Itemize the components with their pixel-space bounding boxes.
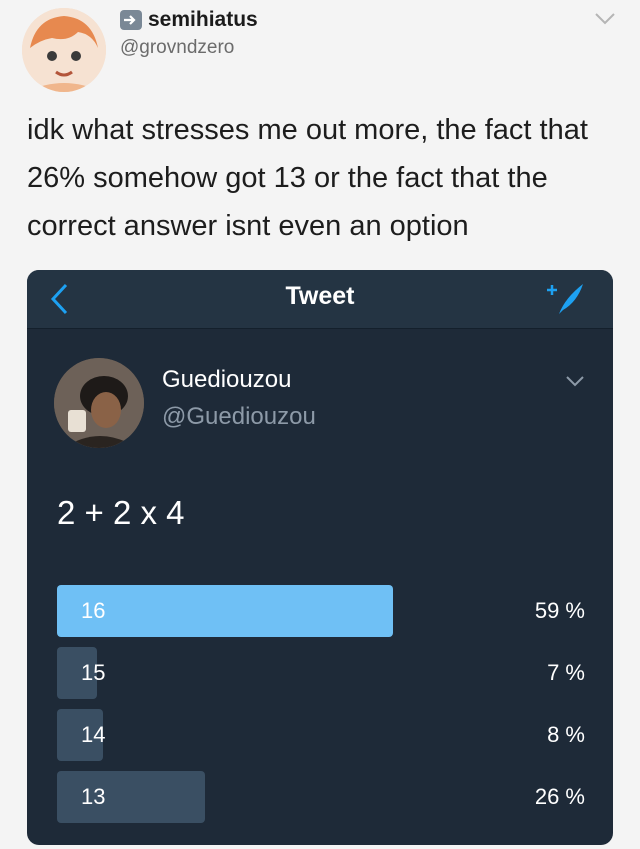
- chevron-down-icon[interactable]: [565, 374, 585, 392]
- author-row: semihiatus: [120, 8, 258, 32]
- poll-option-percent: 59 %: [534, 598, 585, 623]
- avatar[interactable]: [54, 358, 144, 448]
- tweet-text: idk what stresses me out more, the fact …: [27, 114, 588, 242]
- poll-option-percent: 8 %: [547, 722, 585, 747]
- nav-title: Tweet: [285, 282, 355, 310]
- poll-option-label: 14: [81, 722, 106, 747]
- chevron-down-icon[interactable]: [594, 12, 616, 31]
- poll-option-label: 16: [81, 598, 106, 623]
- nav-bar: Tweet: [27, 270, 613, 329]
- poll-option: 13 26 %: [57, 769, 585, 825]
- poll-bar: [57, 771, 205, 823]
- display-name[interactable]: semihiatus: [148, 8, 258, 32]
- avatar[interactable]: [22, 8, 106, 92]
- embedded-tweet-screenshot: Tweet Guediouzou @Guediouzou 2 + 2 x 4 1…: [27, 270, 613, 845]
- poll-option-percent: 26 %: [534, 784, 585, 809]
- poll-option: 14 8 %: [57, 707, 585, 763]
- poll-question: 2 + 2 x 4: [57, 494, 185, 531]
- poll-option-label: 15: [81, 660, 106, 685]
- display-name[interactable]: Guediouzou: [162, 366, 291, 394]
- poll-option: 16 59 %: [57, 583, 585, 639]
- poll-option-label: 13: [81, 784, 106, 809]
- poll-option-percent: 7 %: [547, 660, 585, 685]
- compose-tweet-icon[interactable]: [543, 280, 587, 323]
- user-handle[interactable]: @grovndzero: [120, 37, 234, 59]
- poll-bar: [57, 585, 393, 637]
- user-handle[interactable]: @Guediouzou: [162, 403, 316, 431]
- poll: 16 59 % 15 7 % 14 8 % 13 26 %: [57, 583, 585, 831]
- retweet-icon: [120, 10, 142, 30]
- poll-option: 15 7 %: [57, 645, 585, 701]
